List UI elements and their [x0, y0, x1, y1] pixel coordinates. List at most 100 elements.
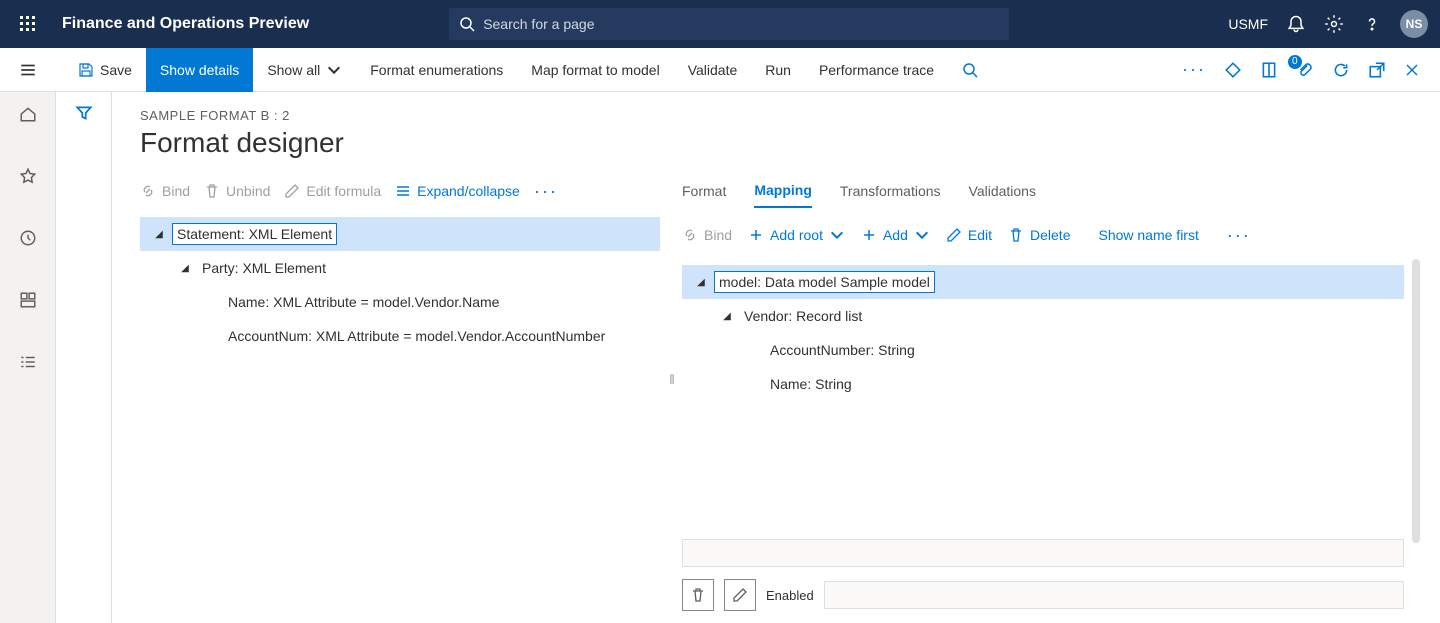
expand-chevron-icon[interactable]: ◢ — [694, 277, 708, 288]
validate-label: Validate — [688, 62, 738, 78]
expand-collapse-label: Expand/collapse — [417, 183, 520, 199]
diamond-icon[interactable] — [1224, 61, 1242, 79]
tab-format[interactable]: Format — [682, 175, 726, 207]
search-box[interactable] — [449, 8, 1009, 40]
content-area: SAMPLE FORMAT B : 2 Format designer Bind… — [112, 92, 1440, 623]
mapping-tree[interactable]: ◢model: Data model Sample model◢Vendor: … — [682, 265, 1404, 401]
add-root-button[interactable]: Add root — [748, 227, 845, 243]
tree-row[interactable]: Name: String — [682, 367, 1404, 401]
performance-trace-button[interactable]: Performance trace — [805, 48, 948, 92]
tree-node-label: Vendor: Record list — [740, 306, 866, 326]
plus-icon — [748, 227, 764, 243]
performance-trace-label: Performance trace — [819, 62, 934, 78]
show-all-label: Show all — [267, 62, 320, 78]
format-tree-toolbar: Bind Unbind Edit formula Expand/collapse… — [140, 171, 660, 211]
scrollbar[interactable] — [1412, 259, 1420, 543]
filter-rail — [56, 92, 112, 623]
save-button[interactable]: Save — [64, 48, 146, 92]
tab-mapping[interactable]: Mapping — [754, 174, 812, 208]
properties-area: Enabled — [682, 539, 1404, 623]
map-format-button[interactable]: Map format to model — [517, 48, 673, 92]
expand-chevron-icon[interactable]: ◢ — [178, 263, 192, 274]
format-tree[interactable]: ◢Statement: XML Element◢Party: XML Eleme… — [140, 217, 660, 353]
show-name-first-button[interactable]: Show name first — [1098, 227, 1198, 243]
tab-transformations[interactable]: Transformations — [840, 175, 941, 207]
modules-icon[interactable] — [8, 342, 48, 382]
bind-label: Bind — [162, 183, 190, 199]
show-details-button[interactable]: Show details — [146, 48, 253, 92]
waffle-icon[interactable] — [12, 8, 44, 40]
tree-node-label: AccountNumber: String — [766, 340, 919, 360]
hamburger-button[interactable] — [0, 48, 56, 92]
tree-row[interactable]: ◢Statement: XML Element — [140, 217, 660, 251]
close-icon[interactable] — [1404, 62, 1420, 78]
tree-row[interactable]: ◢Party: XML Element — [140, 251, 660, 285]
app-title: Finance and Operations Preview — [62, 15, 309, 33]
expand-chevron-icon[interactable]: ◢ — [152, 229, 166, 240]
workspace-icon[interactable] — [8, 280, 48, 320]
search-input[interactable] — [483, 16, 999, 32]
delete-prop-button[interactable] — [682, 579, 714, 611]
chevron-down-icon — [914, 227, 930, 243]
bind-right-label: Bind — [704, 227, 732, 243]
refresh-icon[interactable] — [1332, 61, 1350, 79]
add-button[interactable]: Add — [861, 227, 930, 243]
edit-formula-label: Edit formula — [306, 183, 381, 199]
breadcrumb: SAMPLE FORMAT B : 2 — [140, 108, 1440, 123]
validate-button[interactable]: Validate — [674, 48, 752, 92]
bind-button-right[interactable]: Bind — [682, 227, 732, 243]
edit-prop-button[interactable] — [724, 579, 756, 611]
office-icon[interactable] — [1260, 61, 1278, 79]
expand-collapse-button[interactable]: Expand/collapse — [395, 183, 520, 199]
tree-row[interactable]: ◢ Vendor: Record list — [682, 299, 1404, 333]
edit-formula-button[interactable]: Edit formula — [284, 183, 381, 199]
map-format-label: Map format to model — [531, 62, 659, 78]
more-icon[interactable]: ··· — [1182, 59, 1206, 80]
unbind-button[interactable]: Unbind — [204, 183, 270, 199]
tree-row[interactable]: AccountNumber: String — [682, 333, 1404, 367]
splitter-handle[interactable]: ‖ — [660, 171, 682, 623]
tab-validations[interactable]: Validations — [969, 175, 1036, 207]
attachments-icon[interactable]: 0 — [1296, 61, 1314, 79]
attachments-badge: 0 — [1288, 55, 1302, 69]
chevron-down-icon — [326, 62, 342, 78]
expand-chevron-icon[interactable]: ◢ — [720, 311, 734, 322]
edit-button[interactable]: Edit — [946, 227, 992, 243]
star-icon[interactable] — [8, 156, 48, 196]
tree-node-label: Name: String — [766, 374, 856, 394]
mapping-pane: Format Mapping Transformations Validatio… — [682, 171, 1440, 623]
enabled-field[interactable] — [824, 581, 1404, 609]
legal-entity[interactable]: USMF — [1228, 16, 1268, 32]
filter-icon[interactable] — [75, 104, 93, 623]
expression-field[interactable] — [682, 539, 1404, 567]
bind-button[interactable]: Bind — [140, 183, 190, 199]
run-label: Run — [765, 62, 791, 78]
pencil-icon — [946, 227, 962, 243]
format-enumerations-button[interactable]: Format enumerations — [356, 48, 517, 92]
delete-button[interactable]: Delete — [1008, 227, 1070, 243]
recent-icon[interactable] — [8, 218, 48, 258]
more-button[interactable]: ··· — [534, 181, 558, 202]
show-all-button[interactable]: Show all — [253, 48, 356, 92]
add-root-label: Add root — [770, 227, 823, 243]
save-icon — [78, 62, 94, 78]
run-button[interactable]: Run — [751, 48, 805, 92]
link-icon — [140, 183, 156, 199]
save-label: Save — [100, 62, 132, 78]
topbar-right: USMF NS — [1228, 10, 1428, 38]
tree-row[interactable]: Name: XML Attribute = model.Vendor.Name — [140, 285, 660, 319]
chevron-down-icon — [829, 227, 845, 243]
tree-node-label: Name: XML Attribute = model.Vendor.Name — [224, 292, 503, 312]
home-icon[interactable] — [8, 94, 48, 134]
gear-icon[interactable] — [1324, 14, 1344, 34]
tree-row[interactable]: AccountNum: XML Attribute = model.Vendor… — [140, 319, 660, 353]
more-button-right[interactable]: ··· — [1227, 225, 1251, 246]
popout-icon[interactable] — [1368, 61, 1386, 79]
enabled-label: Enabled — [766, 588, 814, 603]
avatar[interactable]: NS — [1400, 10, 1428, 38]
tree-row[interactable]: ◢model: Data model Sample model — [682, 265, 1404, 299]
bell-icon[interactable] — [1286, 14, 1306, 34]
find-button[interactable] — [948, 48, 992, 92]
show-name-first-label: Show name first — [1098, 227, 1198, 243]
help-icon[interactable] — [1362, 14, 1382, 34]
